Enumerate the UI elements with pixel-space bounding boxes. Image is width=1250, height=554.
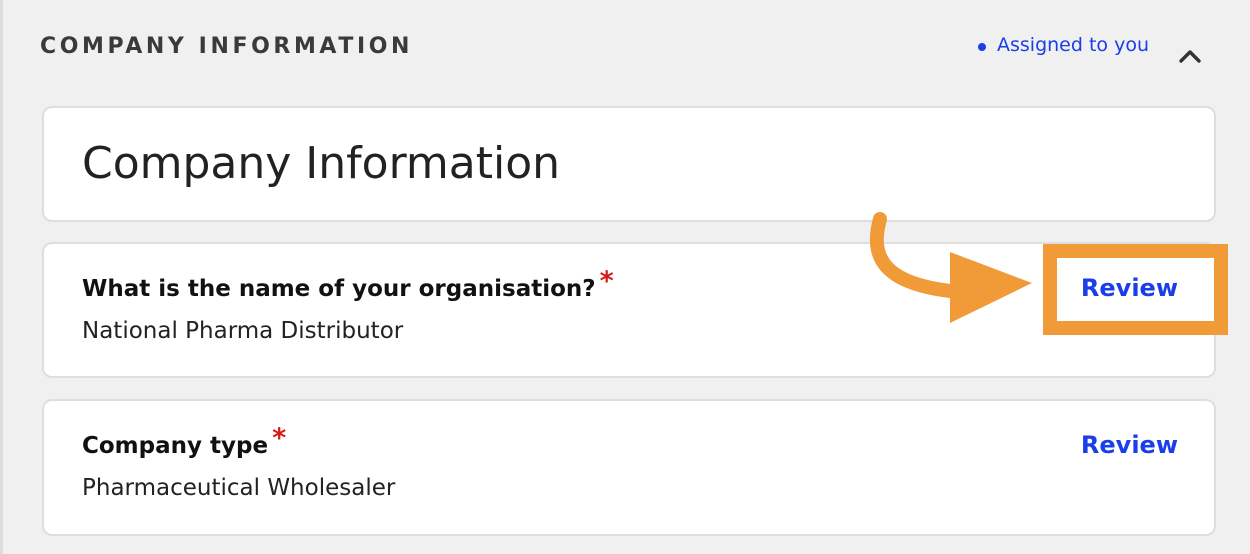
answer-value: Pharmaceutical Wholesaler [82,475,396,501]
left-border [0,0,3,554]
question-card-company-type: Company type * Pharmaceutical Wholesaler … [42,399,1216,536]
section-title: COMPANY INFORMATION [40,34,414,59]
question-text: Company type [82,433,269,459]
question-label: What is the name of your organisation? * [82,266,614,303]
review-button[interactable]: Review [1081,431,1178,459]
review-button[interactable]: Review [1081,274,1178,302]
question-card-organisation-name: What is the name of your organisation? * … [42,242,1216,378]
card-heading: Company Information [82,138,561,189]
dot-icon [978,42,986,51]
question-label: Company type * [82,423,286,460]
chevron-up-icon[interactable] [1176,42,1204,70]
question-text: What is the name of your organisation? [82,276,596,302]
required-marker: * [599,266,614,297]
required-marker: * [272,423,287,454]
company-info-header-card: Company Information [42,106,1216,222]
answer-value: National Pharma Distributor [82,318,404,344]
assigned-label: Assigned to you [997,34,1149,56]
assigned-status: Assigned to you [978,34,1149,56]
